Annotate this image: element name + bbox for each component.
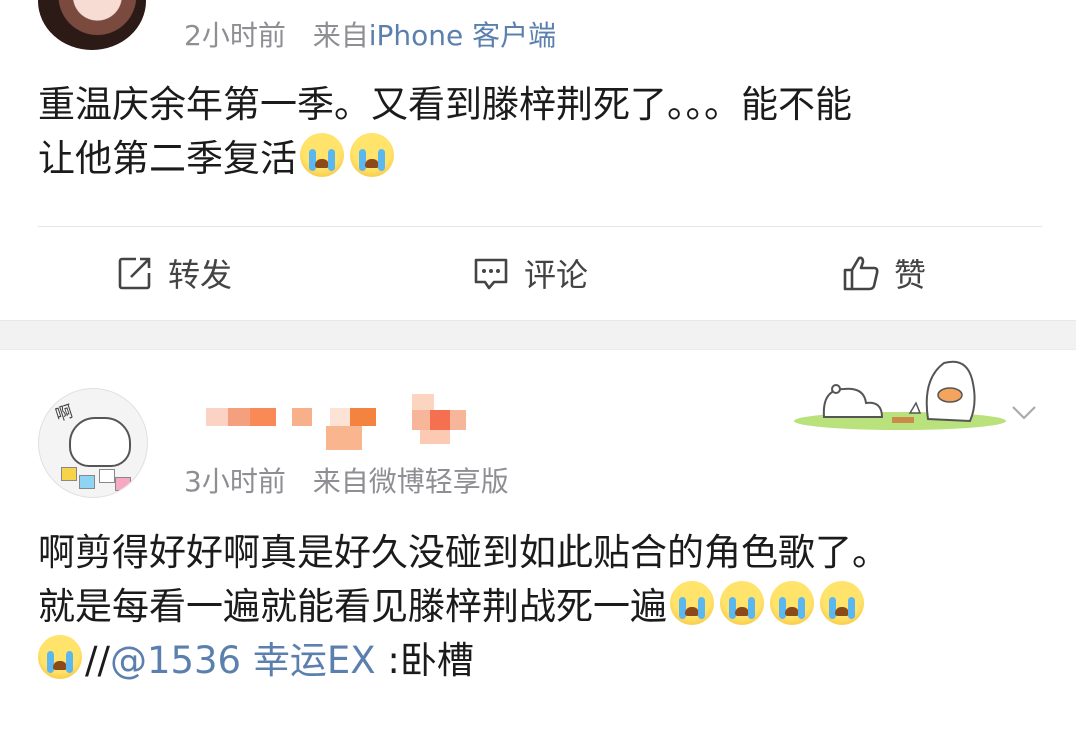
- chevron-down-icon[interactable]: [1010, 398, 1038, 426]
- user-avatar[interactable]: 啊: [38, 388, 148, 498]
- avatar-sticky-note: [79, 475, 95, 489]
- post-content-line: 啊剪得好好啊真是好久没碰到如此贴合的角色歌了。: [38, 531, 889, 574]
- crying-face-emoji-icon: [670, 581, 714, 625]
- repost-label: 转发: [168, 256, 233, 294]
- crying-face-emoji-icon: [300, 133, 344, 177]
- repost-text: :卧槽: [387, 639, 474, 682]
- post-content-line: 重温庆余年第一季。又看到滕梓荆死了。。。能不能: [38, 83, 852, 126]
- post-meta: 3小时前 来自微博轻享版: [184, 460, 509, 500]
- source-prefix: 来自: [312, 19, 369, 52]
- crying-face-emoji-icon: [720, 581, 764, 625]
- post-separator: [0, 320, 1076, 350]
- divider: [38, 226, 1042, 227]
- like-button[interactable]: 赞: [842, 248, 926, 298]
- comment-label: 评论: [524, 256, 589, 294]
- comment-icon: [474, 258, 508, 290]
- post-content: 重温庆余年第一季。又看到滕梓荆死了。。。能不能 让他第二季复活: [38, 78, 1038, 186]
- avatar-sticky-note: [61, 467, 77, 481]
- post-meta: 2小时前 来自iPhone 客户端: [184, 14, 556, 54]
- comment-button[interactable]: 评论: [472, 248, 588, 298]
- post-source-link[interactable]: 微博轻享版: [369, 465, 509, 498]
- post-content-text: 就是每看一遍就能看见滕梓荆战死一遍: [38, 585, 667, 628]
- post-time: 2小时前: [184, 19, 286, 52]
- crying-face-emoji-icon: [820, 581, 864, 625]
- source-prefix: 来自: [312, 465, 369, 498]
- avatar-text: 啊: [53, 401, 76, 427]
- post-content-text: 让他第二季复活: [38, 137, 297, 180]
- share-icon: [118, 257, 151, 290]
- crying-face-emoji-icon: [350, 133, 394, 177]
- post-content-line-2: 就是每看一遍就能看见滕梓荆战死一遍: [38, 580, 1038, 634]
- card-decoration-bears: [794, 360, 1006, 430]
- post-time: 3小时前: [184, 465, 286, 498]
- avatar-illustration: [69, 417, 131, 467]
- crying-face-emoji-icon: [770, 581, 814, 625]
- post-source-link[interactable]: iPhone 客户端: [369, 19, 556, 52]
- repost-separator: //: [85, 639, 110, 682]
- post-content-line-2: 让他第二季复活: [38, 132, 1038, 186]
- repost-button[interactable]: 转发: [116, 248, 232, 298]
- user-mention-link[interactable]: @1536 幸运EX: [110, 639, 376, 682]
- like-label: 赞: [894, 256, 927, 294]
- post-content-line-3: //@1536 幸运EX :卧槽: [38, 634, 1038, 688]
- avatar-sticky-note: [99, 469, 115, 483]
- post-content: 啊剪得好好啊真是好久没碰到如此贴合的角色歌了。 就是每看一遍就能看见滕梓荆战死一…: [38, 526, 1038, 688]
- crying-face-emoji-icon: [38, 635, 82, 679]
- user-avatar[interactable]: [38, 0, 146, 50]
- thumbs-up-icon: [843, 256, 879, 291]
- avatar-sticky-note: [115, 477, 131, 491]
